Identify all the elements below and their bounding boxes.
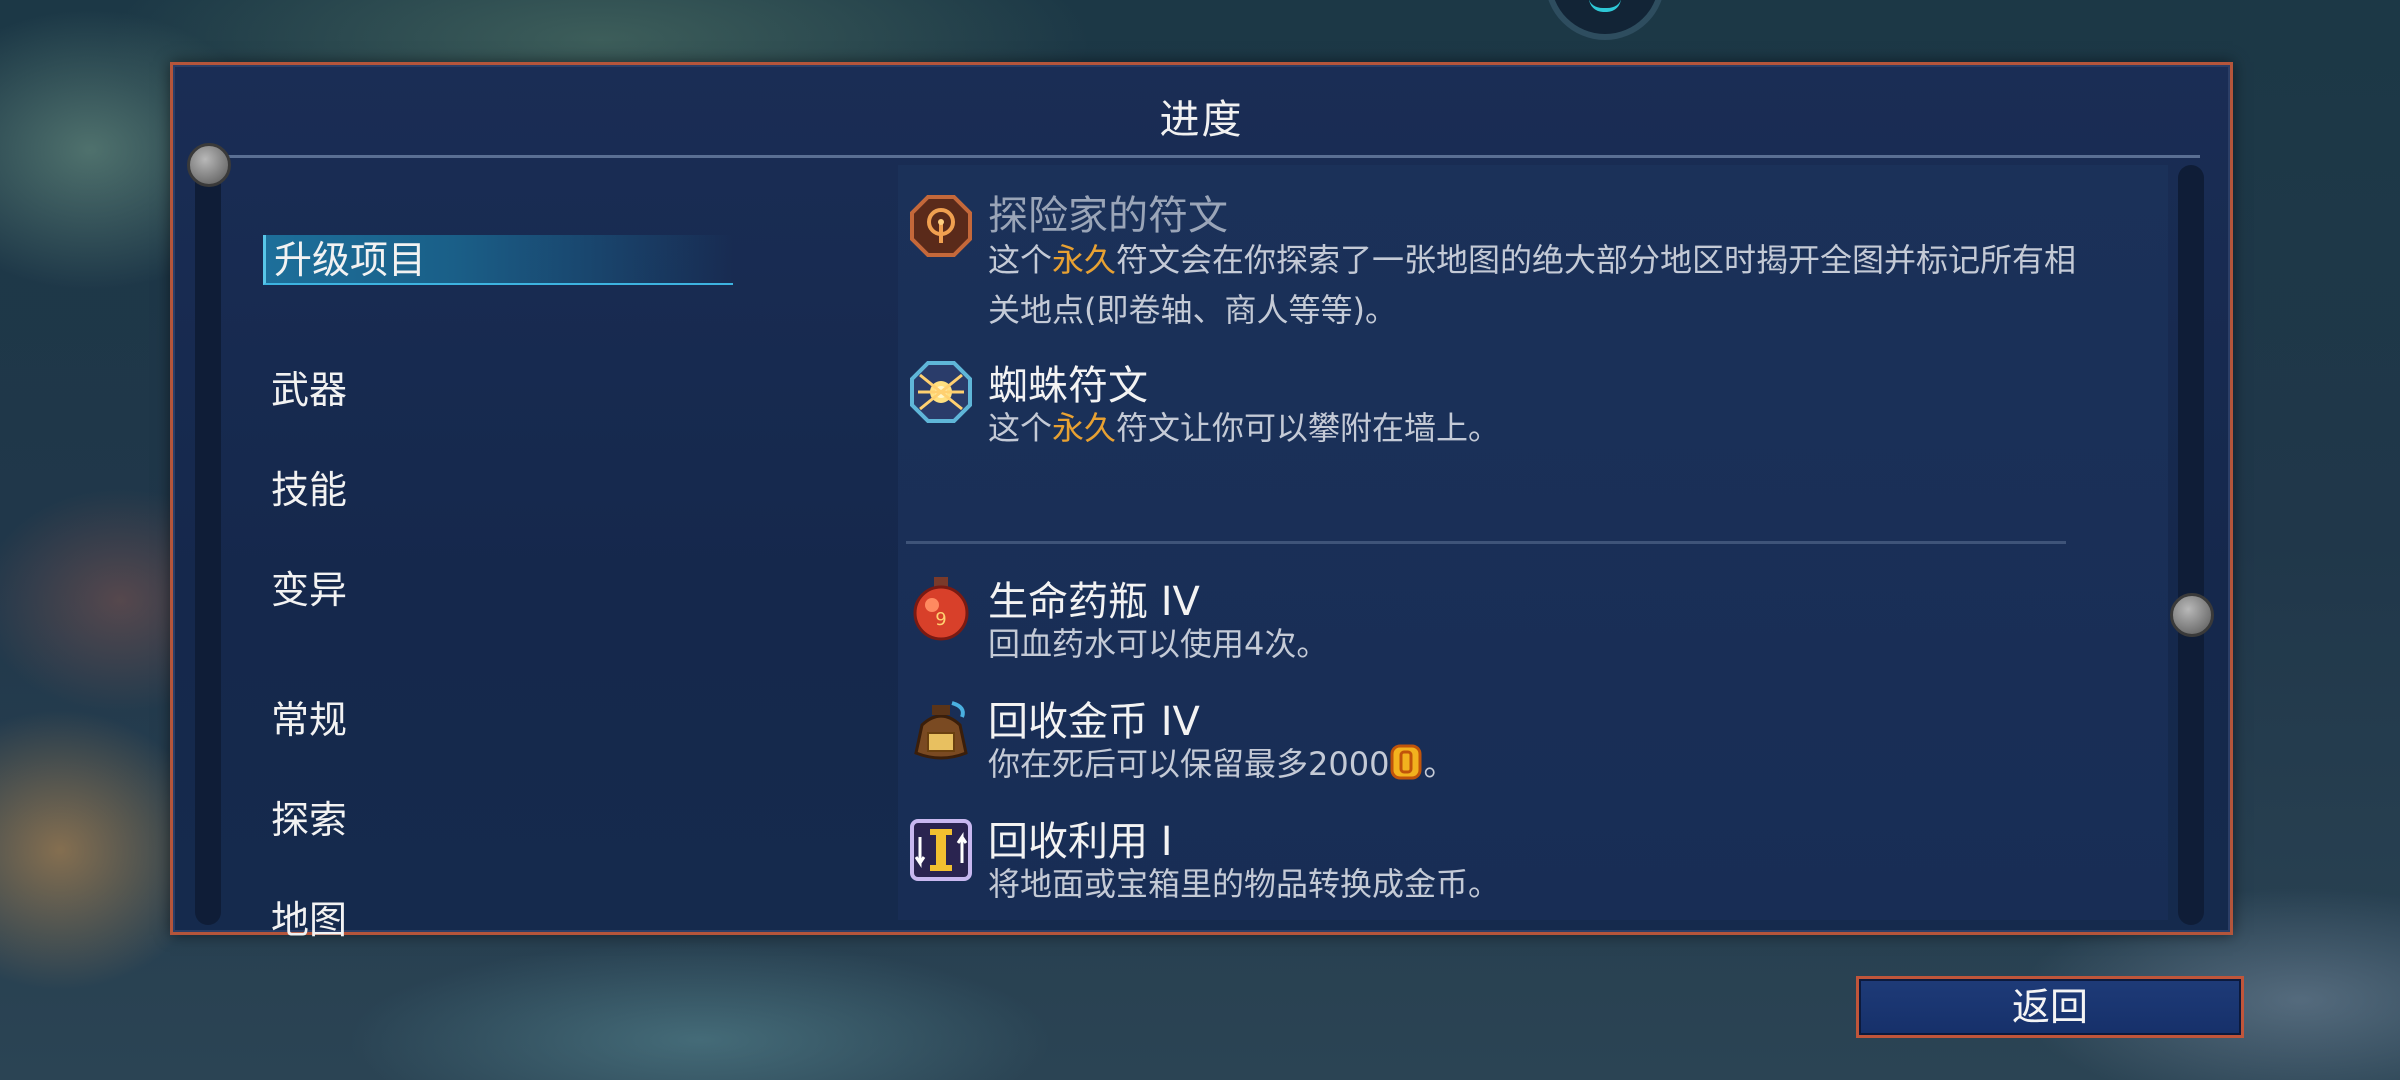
item-description: 你在死后可以保留最多2000 。 (988, 739, 2088, 789)
desc-text: 符文让你可以攀附在墙上。 (1116, 409, 1501, 447)
back-button[interactable]: 返回 (1856, 976, 2244, 1038)
item-description: 这个永久符文会在你探索了一张地图的绝大部分地区时揭开全图并标记所有相关地点(即卷… (988, 235, 2088, 335)
desc-text: 这个 (988, 409, 1053, 447)
top-emblem (1545, 0, 1665, 40)
section-divider (906, 541, 2066, 544)
panel-title: 进度 (1159, 97, 1244, 143)
desc-text: 。 (1423, 745, 1456, 783)
upgrade-list[interactable]: 探险家的符文 这个永久符文会在你探索了一张地图的绝大部分地区时揭开全图并标记所有… (898, 165, 2168, 920)
desc-text: 你在死后可以保留最多2000 (988, 745, 1390, 783)
category-exploration[interactable]: 探索 (263, 795, 347, 845)
flask-charge-count: 9 (935, 609, 946, 630)
category-skills[interactable]: 技能 (263, 465, 347, 515)
progress-panel: 进度 升级项目 武器 技能 变异 常规 探索 地图 探险家的符文 这个永久符文会… (170, 62, 2233, 942)
category-weapons[interactable]: 武器 (263, 365, 347, 415)
desc-text: 这个 (988, 241, 1053, 279)
category-map[interactable]: 地图 (263, 895, 347, 945)
health-flask-icon: 9 (913, 577, 969, 641)
gold-bag-icon (914, 701, 968, 760)
category-mutations[interactable]: 变异 (263, 565, 347, 615)
explorer-rune-icon (910, 195, 972, 257)
left-scroll-knob[interactable] (187, 143, 231, 187)
item-description: 将地面或宝箱里的物品转换成金币。 (988, 865, 1501, 903)
item-description: 这个永久符文让你可以攀附在墙上。 (988, 403, 2088, 453)
title-divider (203, 155, 2200, 158)
category-upgrades[interactable]: 升级项目 (263, 235, 733, 285)
item-name: 探险家的符文 (988, 193, 1228, 239)
desc-text: 符文会在你探索了一张地图的绝大部分地区时揭开全图并标记所有相关地点(即卷轴、商人… (988, 241, 2077, 329)
right-scroll-knob[interactable] (2170, 593, 2214, 637)
left-scroll-rail[interactable] (195, 165, 221, 925)
gold-coin-icon (1390, 744, 1422, 780)
right-scroll-rail[interactable] (2178, 165, 2204, 925)
category-general[interactable]: 常规 (263, 695, 347, 745)
desc-highlight: 永久 (1052, 409, 1117, 447)
spider-rune-icon (910, 361, 972, 423)
recycle-icon (910, 819, 972, 881)
desc-highlight: 永久 (1052, 241, 1117, 279)
item-description: 回血药水可以使用4次。 (988, 625, 1329, 663)
